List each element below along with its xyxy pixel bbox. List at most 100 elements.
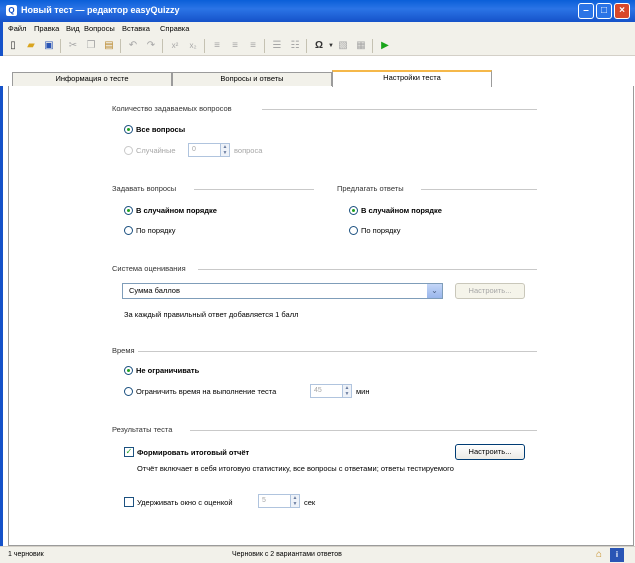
time-unlimited-radio[interactable]: [124, 366, 133, 375]
maximize-button[interactable]: □: [596, 3, 612, 19]
app-icon: Q: [6, 5, 17, 16]
image-icon[interactable]: ▧: [336, 39, 350, 53]
all-questions-label: Все вопросы: [136, 125, 186, 134]
section-divider: [194, 189, 314, 190]
toolbar-separator: [60, 39, 61, 53]
section-divider: [138, 351, 537, 352]
time-limit-value: 45: [314, 387, 322, 394]
app-window: Q Новый тест — редактор easyQuizzy – □ ×…: [0, 0, 635, 563]
section-divider: [421, 189, 537, 190]
report-label: Формировать итоговый отчёт: [137, 448, 250, 457]
lock-icon: ⌂: [595, 549, 603, 560]
results-title: Результаты теста: [112, 425, 173, 434]
toolbar-separator: [372, 39, 373, 53]
status-center: Черновик с 2 вариантами ответов: [232, 551, 342, 558]
time-limit-unit: мин: [356, 387, 370, 396]
align-center-icon[interactable]: ≡: [228, 39, 242, 53]
toolbar-separator: [120, 39, 121, 53]
hold-window-value: 5: [262, 497, 266, 504]
bullet-list-icon[interactable]: ☷: [288, 39, 302, 53]
tab-test-settings[interactable]: Настройки теста: [332, 70, 492, 87]
menu-questions[interactable]: Вопросы: [84, 24, 115, 33]
questions-count-title: Количество задаваемых вопросов: [112, 104, 232, 113]
open-folder-icon[interactable]: ▰: [24, 39, 38, 53]
tab-test-info[interactable]: Информация о тесте: [12, 72, 172, 86]
answers-ordered-label: По порядку: [361, 226, 401, 235]
new-doc-icon[interactable]: ▯: [6, 39, 20, 53]
all-questions-radio[interactable]: [124, 125, 133, 134]
ask-random-radio[interactable]: [124, 206, 133, 215]
time-limit-radio[interactable]: [124, 387, 133, 396]
random-questions-radio[interactable]: [124, 146, 133, 155]
save-icon[interactable]: ▣: [42, 39, 56, 53]
superscript-icon[interactable]: x²: [168, 39, 182, 53]
report-configure-button[interactable]: Настроить...: [455, 444, 525, 460]
stepper-arrows-icon[interactable]: ▲ ▼: [220, 144, 229, 156]
offer-answers-title: Предлагать ответы: [337, 184, 404, 193]
settings-panel: [8, 86, 634, 546]
align-left-icon[interactable]: ≡: [210, 39, 224, 53]
ask-random-label: В случайном порядке: [136, 206, 217, 215]
undo-icon[interactable]: ↶: [126, 39, 140, 53]
grading-configure-button[interactable]: Настроить...: [455, 283, 525, 299]
time-limit-label: Ограничить время на выполнение теста: [136, 387, 277, 396]
toolbar: ▯ ▰ ▣ ✂ ❐ ▤ ↶ ↷ x² x₂ ≡ ≡ ≡ ☰ ☷ Ω ▼ ▧ ▦ …: [0, 36, 635, 56]
paste-icon[interactable]: ▤: [102, 39, 116, 53]
report-checkbox[interactable]: ✓: [124, 447, 134, 457]
grading-description: За каждый правильный ответ добавляется 1…: [124, 310, 299, 319]
menu-file[interactable]: Файл: [8, 24, 26, 33]
hold-window-unit: сек: [304, 498, 316, 507]
stepper-arrows-icon[interactable]: ▲ ▼: [342, 385, 351, 397]
random-count-stepper[interactable]: 0 ▲ ▼: [188, 143, 230, 157]
grading-title: Система оценивания: [112, 264, 186, 273]
answers-random-radio[interactable]: [349, 206, 358, 215]
time-title: Время: [112, 346, 135, 355]
toolbar-separator: [204, 39, 205, 53]
ask-ordered-radio[interactable]: [124, 226, 133, 235]
hold-window-checkbox[interactable]: [124, 497, 134, 507]
numbered-list-icon[interactable]: ☰: [270, 39, 284, 53]
tab-strip: Информация о тесте Вопросы и ответы Наст…: [0, 56, 635, 87]
random-questions-label: Случайные: [136, 146, 176, 155]
time-unlimited-label: Не ограничивать: [136, 366, 200, 375]
redo-icon[interactable]: ↷: [144, 39, 158, 53]
ask-questions-title: Задавать вопросы: [112, 184, 177, 193]
toolbar-separator: [264, 39, 265, 53]
copy-icon[interactable]: ❐: [84, 39, 98, 53]
toolbar-separator: [306, 39, 307, 53]
cut-icon[interactable]: ✂: [66, 39, 80, 53]
stepper-arrows-icon[interactable]: ▲ ▼: [290, 495, 299, 507]
menu-bar: Файл Правка Вид Вопросы Вставка Справка: [0, 22, 635, 36]
info-icon[interactable]: i: [610, 548, 624, 562]
align-right-icon[interactable]: ≡: [246, 39, 260, 53]
grading-select[interactable]: Сумма баллов ⌄: [122, 283, 443, 299]
time-limit-stepper[interactable]: 45 ▲ ▼: [310, 384, 352, 398]
hold-window-label: Удерживать окно с оценкой: [137, 498, 233, 507]
menu-view[interactable]: Вид: [66, 24, 80, 33]
random-questions-suffix: вопроса: [234, 146, 263, 155]
subscript-icon[interactable]: x₂: [186, 39, 200, 53]
report-description: Отчёт включает в себя итоговую статистик…: [137, 464, 454, 473]
section-divider: [190, 430, 537, 431]
status-bar: 1 черновик Черновик с 2 вариантами ответ…: [0, 546, 635, 563]
close-button[interactable]: ×: [614, 3, 630, 19]
ask-ordered-label: По порядку: [136, 226, 176, 235]
answers-random-label: В случайном порядке: [361, 206, 442, 215]
hold-window-stepper[interactable]: 5 ▲ ▼: [258, 494, 300, 508]
chevron-down-icon[interactable]: ⌄: [427, 284, 442, 298]
toolbar-separator: [162, 39, 163, 53]
window-left-edge: [0, 22, 3, 563]
menu-insert[interactable]: Вставка: [122, 24, 150, 33]
menu-edit[interactable]: Правка: [34, 24, 59, 33]
section-divider: [262, 109, 537, 110]
menu-help[interactable]: Справка: [160, 24, 189, 33]
status-left: 1 черновик: [8, 551, 44, 558]
grading-selected-value: Сумма баллов: [129, 286, 180, 295]
section-divider: [198, 269, 537, 270]
run-icon[interactable]: ▶: [378, 39, 392, 53]
minimize-button[interactable]: –: [578, 3, 594, 19]
window-title: Новый тест — редактор easyQuizzy: [21, 5, 180, 15]
tab-questions-answers[interactable]: Вопросы и ответы: [172, 72, 332, 86]
table-icon[interactable]: ▦: [354, 39, 368, 53]
answers-ordered-radio[interactable]: [349, 226, 358, 235]
